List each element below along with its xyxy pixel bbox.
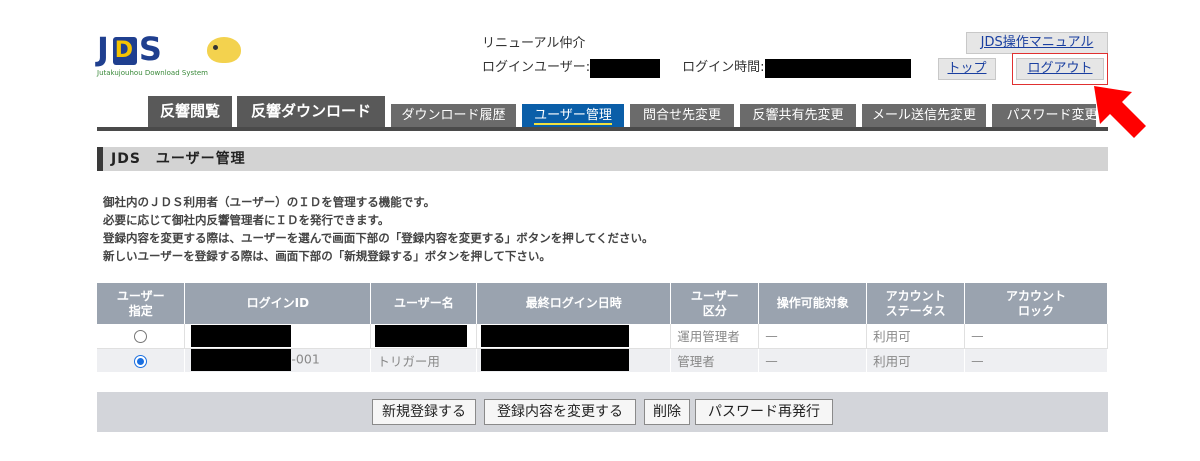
logo-subtitle: Jutakujouhou Download System bbox=[97, 69, 208, 77]
description-line: 登録内容を変更する際は、ユーザーを選んで画面下部の「登録内容を変更する」ボタンを… bbox=[103, 231, 654, 245]
table-row[interactable]: -001 トリガー用 管理者 — 利用可 — bbox=[97, 348, 1108, 373]
jds-logo: JDS Jutakujouhou Download System bbox=[97, 33, 247, 79]
elephant-icon bbox=[207, 37, 241, 63]
login-id-cell: -001 bbox=[184, 348, 372, 373]
lock-cell: — bbox=[964, 348, 1108, 373]
login-id-redacted bbox=[191, 349, 292, 371]
col-header-category: ユーザー 区分 bbox=[670, 283, 760, 324]
action-bar: 新規登録する 登録内容を変更する 削除 パスワード再発行 bbox=[97, 392, 1108, 432]
login-user-redacted bbox=[590, 58, 661, 78]
reissue-password-button[interactable]: パスワード再発行 bbox=[695, 399, 833, 425]
user-select-radio[interactable] bbox=[134, 354, 148, 368]
tab-share-change[interactable]: 反響共有先変更 bbox=[740, 104, 856, 129]
last-login-cell bbox=[476, 348, 672, 373]
login-id-redacted bbox=[191, 324, 292, 347]
logout-highlight: ログアウト bbox=[1012, 53, 1108, 85]
tab-mail-change[interactable]: メール送信先変更 bbox=[862, 104, 986, 129]
category-cell: 管理者 bbox=[670, 348, 760, 373]
pointer-arrow-icon bbox=[1094, 86, 1146, 138]
col-header-select: ユーザー 指定 bbox=[97, 283, 186, 324]
manual-link[interactable]: JDS操作マニュアル bbox=[966, 32, 1108, 54]
user-select-radio[interactable] bbox=[134, 330, 148, 344]
target-cell: — bbox=[758, 348, 868, 373]
edit-button[interactable]: 登録内容を変更する bbox=[484, 399, 636, 425]
tab-underline bbox=[97, 127, 1108, 131]
status-cell: 利用可 bbox=[866, 348, 966, 373]
target-cell: — bbox=[758, 324, 868, 349]
category-cell: 運用管理者 bbox=[670, 324, 760, 349]
last-login-redacted bbox=[481, 324, 630, 347]
last-login-cell bbox=[476, 324, 672, 349]
lock-cell: — bbox=[964, 324, 1108, 349]
tab-contact-change[interactable]: 問合せ先変更 bbox=[630, 104, 734, 129]
col-header-lock: アカウント ロック bbox=[964, 283, 1108, 324]
user-name-cell bbox=[370, 324, 478, 349]
description: 御社内のＪＤＳ利用者（ユーザー）のＩＤを管理する機能です。 必要に応じて御社内反… bbox=[103, 193, 654, 265]
delete-button[interactable]: 削除 bbox=[644, 399, 690, 425]
status-cell: 利用可 bbox=[866, 324, 966, 349]
login-id-cell bbox=[184, 324, 372, 349]
login-time-redacted bbox=[764, 58, 911, 78]
logout-link[interactable]: ログアウト bbox=[1016, 58, 1104, 80]
company-name: リニューアル仲介 bbox=[482, 36, 586, 51]
main-tabs: 反響閲覧 反響ダウンロード ダウンロード履歴 ユーザー管理 問合せ先変更 反響共… bbox=[148, 96, 1096, 129]
table-row[interactable]: 運用管理者 — 利用可 — bbox=[97, 324, 1108, 349]
logo-wordmark: JDS bbox=[97, 30, 164, 68]
login-time-label: ログイン時間: bbox=[682, 60, 765, 75]
last-login-redacted bbox=[481, 349, 630, 371]
col-header-status: アカウント ステータス bbox=[866, 283, 966, 324]
user-name-redacted bbox=[375, 324, 468, 347]
tab-password-change[interactable]: パスワード変更 bbox=[992, 104, 1096, 129]
register-button[interactable]: 新規登録する bbox=[372, 399, 476, 425]
tab-inquiry-download[interactable]: 反響ダウンロード bbox=[237, 96, 385, 129]
users-table: ユーザー 指定 ログインID ユーザー名 最終ログイン日時 ユーザー 区分 操作可能… bbox=[97, 283, 1108, 373]
col-header-user-name: ユーザー名 bbox=[370, 283, 478, 324]
tab-inquiry-view[interactable]: 反響閲覧 bbox=[148, 96, 232, 129]
col-header-login-id: ログインID bbox=[184, 283, 372, 324]
row-select-cell bbox=[97, 348, 186, 373]
header-info: リニューアル仲介 ログインユーザー: ログイン時間: bbox=[482, 32, 911, 80]
tab-user-management[interactable]: ユーザー管理 bbox=[522, 104, 624, 129]
top-link[interactable]: トップ bbox=[938, 58, 996, 80]
description-line: 必要に応じて御社内反響管理者にＩＤを発行できます。 bbox=[103, 213, 390, 227]
description-line: 御社内のＪＤＳ利用者（ユーザー）のＩＤを管理する機能です。 bbox=[103, 195, 436, 209]
col-header-last-login: 最終ログイン日時 bbox=[476, 283, 672, 324]
page-title: JDS ユーザー管理 bbox=[97, 147, 1108, 171]
description-line: 新しいユーザーを登録する際は、画面下部の「新規登録する」ボタンを押して下さい。 bbox=[103, 249, 551, 263]
user-name-cell: トリガー用 bbox=[370, 348, 478, 373]
row-select-cell bbox=[97, 324, 186, 349]
table-header-row: ユーザー 指定 ログインID ユーザー名 最終ログイン日時 ユーザー 区分 操作可能… bbox=[97, 283, 1108, 324]
col-header-target: 操作可能対象 bbox=[758, 283, 868, 324]
login-user-label: ログインユーザー: bbox=[482, 60, 591, 75]
tab-download-history[interactable]: ダウンロード履歴 bbox=[391, 104, 516, 129]
